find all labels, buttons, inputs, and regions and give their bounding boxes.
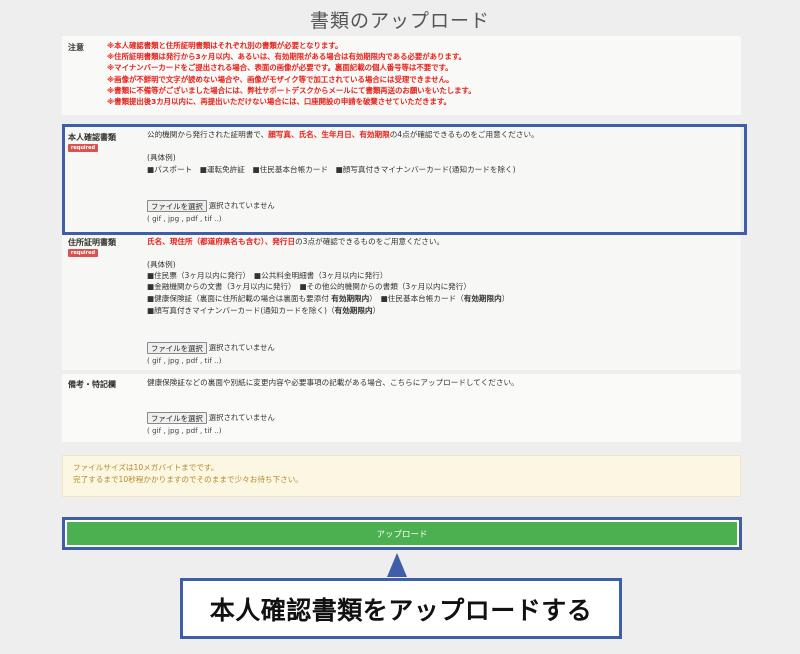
address-desc-suffix: の3点が確認できるものをご用意ください。 xyxy=(295,237,445,246)
info-box: ファイルサイズは10メガバイトまでです。 完了するまで10秒程かかりますのでその… xyxy=(62,455,741,497)
address-line3-validity-2: 有効期限内 xyxy=(463,294,502,303)
note-item: ※書類提出後3カ月以内に、再提出いただけない場合には、口座開設の申請を破棄させて… xyxy=(107,97,451,107)
callout-text: 本人確認書類をアップロードする xyxy=(209,595,593,625)
required-badge: required xyxy=(68,249,98,257)
address-file-types: ( gif , jpg , pdf , tif ..) xyxy=(147,356,222,365)
address-label: 住所証明書類 xyxy=(68,238,116,247)
note-item: ※本人確認書類と住所証明書類はそれぞれ別の書類が必要となります。 xyxy=(107,41,343,50)
remarks-description: 健康保険証などの裏面や別紙に変更内容や必要事項の記載がある場合、こちらにアップロ… xyxy=(147,378,519,387)
notes-panel: 注意 ※本人確認書類と住所証明書類はそれぞれ別の書類が必要となります。 ※住所証… xyxy=(62,36,741,115)
callout-box: 本人確認書類をアップロードする xyxy=(180,578,622,639)
remarks-label: 備考・特記欄 xyxy=(68,380,116,389)
remarks-file-types: ( gif , jpg , pdf , tif ..) xyxy=(147,426,222,435)
remarks-file-input[interactable]: ファイルを選択 選択されていません xyxy=(147,412,275,424)
note-item: ※マイナンバーカードをご提出される場合、表面の画像が必要です。裏面記載の個人番号… xyxy=(107,63,453,73)
address-section: 住所証明書類 required 氏名、現住所（都道府県名も含む）、発行日の3点が… xyxy=(62,235,741,370)
address-example-line: ■健康保険証（裏面に住所記載の場合は裏面も要添付 有効期限内） ■住民基本台帳カ… xyxy=(147,293,509,305)
address-example-line: ■顔写真付きマイナンバーカード(通知カードを除く)（有効期限内） xyxy=(147,305,380,317)
notes-list: ※本人確認書類と住所証明書類はそれぞれ別の書類が必要となります。 ※住所証明書類… xyxy=(107,40,476,107)
upload-highlight-frame: アップロード xyxy=(62,517,742,550)
address-file-input[interactable]: ファイルを選択 選択されていません xyxy=(147,342,275,354)
identity-highlight-frame xyxy=(62,124,747,235)
remarks-file-button[interactable]: ファイルを選択 xyxy=(147,412,207,424)
address-description: 氏名、現住所（都道府県名も含む）、発行日の3点が確認できるものをご用意ください。 xyxy=(147,236,444,248)
address-line3-a: ■健康保険証（裏面に住所記載の場合は裏面も要添付 xyxy=(147,294,329,303)
notes-label: 注意 xyxy=(68,43,84,52)
address-line4-a: ■顔写真付きマイナンバーカード(通知カードを除く)（ xyxy=(147,306,335,315)
address-line3-e: ） xyxy=(501,294,510,303)
address-example-line: ■金融機関からの文書（3ヶ月以内に発行） ■その他公的機関からの書類（3ヶ月以内… xyxy=(147,282,471,291)
address-example-line: ■住民票（3ヶ月以内に発行） ■公共料金明細書（3ヶ月以内に発行） xyxy=(147,271,388,280)
address-desc-required-items: 氏名、現住所（都道府県名も含む）、発行日 xyxy=(147,237,296,246)
address-file-status: 選択されていません xyxy=(208,343,275,353)
address-line4-c: ） xyxy=(372,306,381,315)
note-item: ※書類に不備等がございました場合には、弊社サポートデスクからメールにて書類再送の… xyxy=(107,85,476,95)
remarks-file-status: 選択されていません xyxy=(208,413,275,423)
note-item: ※住所証明書類は発行から3ヶ月以内、あるいは、有効期限がある場合は有効期限内であ… xyxy=(107,52,466,62)
address-file-button[interactable]: ファイルを選択 xyxy=(147,342,207,354)
info-wait-notice: 完了するまで10秒程かかりますのでそのままで少々お待ち下さい。 xyxy=(73,474,303,484)
note-item: ※画像が不鮮明で文字が読めない場合や、画像がモザイク等で加工されている場合には受… xyxy=(107,74,454,84)
address-line4-validity: 有効期限内 xyxy=(334,306,373,315)
info-file-size: ファイルサイズは10メガバイトまでです。 xyxy=(73,463,219,472)
address-line3-validity: 有効期限内 xyxy=(331,294,370,303)
callout-pointer-icon xyxy=(387,553,407,577)
address-examples-heading: (具体例) xyxy=(147,260,176,269)
page-title: 書類のアップロード xyxy=(309,10,490,32)
upload-button[interactable]: アップロード xyxy=(67,522,737,545)
address-line3-c: ） ■住民基本台帳カード（ xyxy=(369,294,464,303)
remarks-section: 備考・特記欄 健康保険証などの裏面や別紙に変更内容や必要事項の記載がある場合、こ… xyxy=(62,374,741,442)
